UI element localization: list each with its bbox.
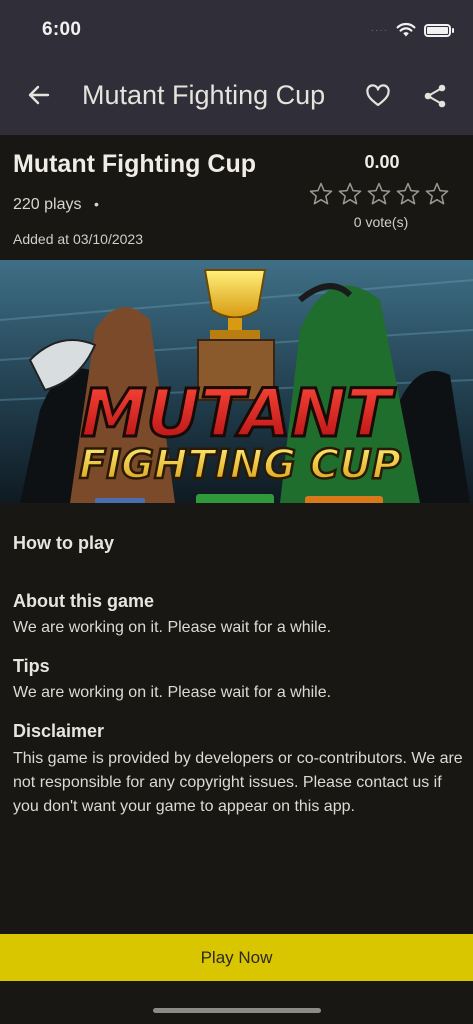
battery-icon <box>424 23 454 37</box>
app-bar: Mutant Fighting Cup <box>0 62 473 132</box>
star-icon[interactable] <box>366 181 392 207</box>
vote-count: 0 vote(s) <box>353 214 409 230</box>
tips-heading: Tips <box>13 656 50 676</box>
star-icon[interactable] <box>337 181 363 207</box>
signal-dots: ···· <box>370 24 388 36</box>
disclaimer-text: This game is provided by developers or c… <box>13 750 463 815</box>
play-now-button[interactable]: Play Now <box>0 934 473 981</box>
rating-stars[interactable] <box>308 181 450 207</box>
rating-score: 0.00 <box>364 152 400 172</box>
about-text: We are working on it. Please wait for a … <box>13 619 332 636</box>
play-count: 220 plays • <box>13 196 99 214</box>
play-count-text: 220 plays <box>13 196 82 213</box>
heart-icon[interactable] <box>364 82 392 110</box>
about-heading: About this game <box>13 591 155 611</box>
logo-line2: FIGHTING CUP <box>79 442 401 488</box>
back-arrow-icon[interactable] <box>24 80 54 110</box>
status-icons: ···· <box>370 20 454 40</box>
game-banner: MUTANT FIGHTING CUP <box>0 260 473 503</box>
star-icon[interactable] <box>424 181 450 207</box>
tips-text: We are working on it. Please wait for a … <box>13 684 332 701</box>
home-indicator <box>153 1008 321 1013</box>
star-icon[interactable] <box>308 181 334 207</box>
banner-artwork: MUTANT FIGHTING CUP <box>0 260 473 503</box>
disclaimer-heading: Disclaimer <box>13 721 105 741</box>
logo-line1: MUTANT <box>81 375 396 452</box>
separator-dot: • <box>93 196 99 212</box>
how-to-play-heading: How to play <box>13 533 115 553</box>
banner-logo: MUTANT FIGHTING CUP <box>78 374 403 490</box>
app-bar-title: Mutant Fighting Cup <box>82 80 326 110</box>
star-icon[interactable] <box>395 181 421 207</box>
top-bar: 6:00 ···· Mutant Fighting Cup <box>0 0 473 135</box>
wifi-icon <box>396 22 416 37</box>
game-title: Mutant Fighting Cup <box>13 150 256 178</box>
status-time: 6:00 <box>42 19 82 40</box>
share-icon[interactable] <box>421 82 449 110</box>
added-date: Added at 03/10/2023 <box>13 231 144 247</box>
